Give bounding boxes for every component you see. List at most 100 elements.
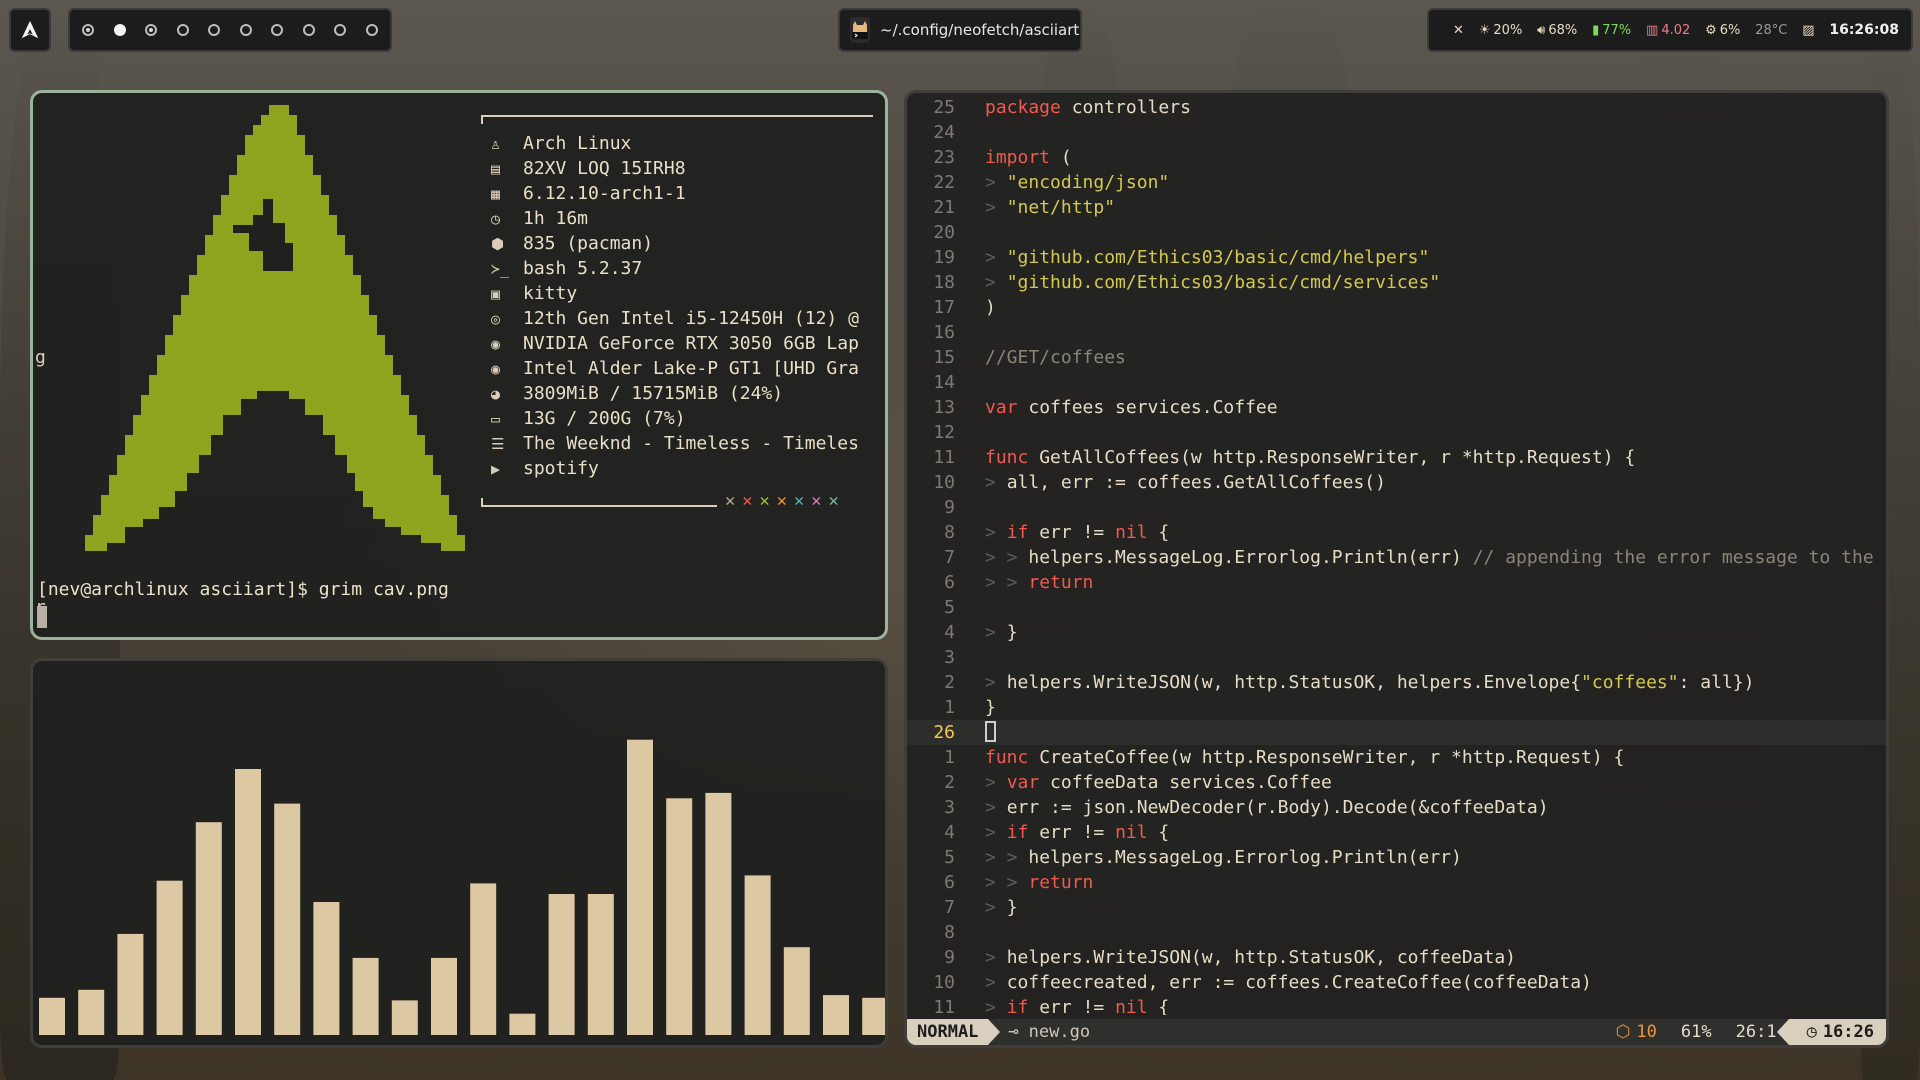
code-line[interactable]: 24: [907, 120, 1886, 145]
neofetch-terminal[interactable]: g r ♙Arch Linux▤82XV LOQ 15IRH8▦6.12.10-…: [30, 90, 888, 640]
code-line[interactable]: 5: [907, 595, 1886, 620]
code-token: ): [985, 297, 996, 318]
code-line[interactable]: 5 > > helpers.MessageLog.Errorlog.Println…: [907, 845, 1886, 870]
code-line[interactable]: 22 > "encoding/json": [907, 170, 1886, 195]
code-line[interactable]: 4 > if err != nil {: [907, 820, 1886, 845]
code-token: return: [1028, 572, 1094, 593]
code-line[interactable]: 13 var coffees services.Coffee: [907, 395, 1886, 420]
code-token: >: [985, 797, 1007, 818]
workspace-8[interactable]: [302, 24, 315, 36]
link-icon: ⊸: [1008, 1022, 1019, 1042]
code-line[interactable]: 18 > "github.com/Ethics03/basic/cmd/servi…: [907, 270, 1886, 295]
code-token: coffees services.Coffee: [1017, 397, 1278, 418]
code-line[interactable]: 7 > }: [907, 895, 1886, 920]
code-line[interactable]: 3: [907, 645, 1886, 670]
gpu-icon: ◉: [491, 359, 501, 378]
line-number: 3: [944, 647, 955, 668]
code-line[interactable]: 10 > all, err := coffees.GetAllCoffees(): [907, 470, 1886, 495]
line-number: 20: [933, 222, 955, 243]
cava-visualizer-terminal[interactable]: [30, 658, 888, 1048]
palette-swatch: ✕: [776, 491, 787, 511]
code-token: >: [985, 972, 1007, 993]
arch-logo-icon: [21, 20, 39, 39]
workspace-6[interactable]: [239, 24, 252, 36]
code-line[interactable]: 2 > helpers.WriteJSON(w, http.StatusOK, h…: [907, 670, 1886, 695]
line-text: > "net/http": [985, 195, 1115, 220]
code-line[interactable]: 8: [907, 920, 1886, 945]
line-number: 6: [944, 872, 955, 893]
code-token: // appending the error message to the: [1472, 547, 1874, 568]
code-line[interactable]: 8 > if err != nil {: [907, 520, 1886, 545]
code-line[interactable]: 10 > coffeecreated, err := coffees.Create…: [907, 970, 1886, 995]
code-line[interactable]: 7 > > helpers.MessageLog.Errorlog.Println…: [907, 545, 1886, 570]
info-value: spotify: [523, 458, 599, 479]
code-line[interactable]: 6 > > return: [907, 570, 1886, 595]
code-line[interactable]: 12: [907, 420, 1886, 445]
code-line[interactable]: 11 func GetAllCoffees(w http.ResponseWrit…: [907, 445, 1886, 470]
shell-prompt[interactable]: [nev@archlinux asciiart]$ grim cav.png: [37, 579, 449, 600]
code-line[interactable]: 9 > helpers.WriteJSON(w, http.StatusOK, c…: [907, 945, 1886, 970]
line-number: 11: [933, 447, 955, 468]
spectrum-bar: [627, 739, 653, 1035]
line-text: func GetAllCoffees(w http.ResponseWriter…: [985, 445, 1635, 470]
line-text: > > return: [985, 870, 1093, 895]
line-text: > "encoding/json": [985, 170, 1169, 195]
code-line[interactable]: 3 > err := json.NewDecoder(r.Body).Decode…: [907, 795, 1886, 820]
palette-swatch: ✕: [828, 491, 839, 511]
code-line[interactable]: 14: [907, 370, 1886, 395]
line-number: 9: [944, 497, 955, 518]
palette-swatch: ✕: [811, 491, 822, 511]
code-token: >: [985, 197, 1007, 218]
workspace-5[interactable]: [208, 24, 221, 36]
brightness-status[interactable]: ☀ 20%: [1479, 23, 1523, 38]
code-token: func: [985, 747, 1029, 768]
shell-icon: ≻_: [491, 259, 510, 278]
code-line[interactable]: 11 > if err != nil {: [907, 995, 1886, 1015]
code-line[interactable]: 1}: [907, 695, 1886, 720]
workspace-4[interactable]: [176, 24, 189, 36]
volume-status[interactable]: 🔊︎ 68%: [1537, 23, 1577, 38]
code-line[interactable]: 16: [907, 320, 1886, 345]
code-line[interactable]: 17): [907, 295, 1886, 320]
workspace-2[interactable]: [113, 24, 126, 36]
spectrum-bar: [156, 880, 183, 1035]
current-code-line[interactable]: 26: [907, 720, 1886, 745]
wallpaper-status[interactable]: ▨: [1802, 23, 1814, 38]
code-line[interactable]: 4 > }: [907, 620, 1886, 645]
launcher-button[interactable]: [9, 8, 51, 52]
line-text: > coffeecreated, err := coffees.CreateCo…: [985, 970, 1592, 995]
memory-icon: ▥: [1646, 22, 1659, 38]
workspace-7[interactable]: [271, 24, 284, 36]
line-text: > if err != nil {: [985, 820, 1169, 845]
code-buffer[interactable]: 25 package controllers 24 23 import (22 > "en…: [907, 95, 1886, 1015]
workspace-10[interactable]: [365, 24, 378, 36]
code-line[interactable]: 6 > > return: [907, 870, 1886, 895]
workspace-9[interactable]: [334, 24, 347, 36]
diagnostics-count[interactable]: ⬡ 10: [1604, 1019, 1669, 1045]
info-row: ⬢ 835 (pacman): [491, 231, 859, 256]
line-number: 24: [933, 122, 955, 143]
code-line[interactable]: 23 import (: [907, 145, 1886, 170]
code-line[interactable]: 1 func CreateCoffee(w http.ResponseWriter…: [907, 745, 1886, 770]
neovim-editor[interactable]: 25 package controllers 24 23 import (22 > "en…: [904, 90, 1889, 1048]
spectrum-bar: [509, 1013, 536, 1035]
code-line[interactable]: 15 //GET/coffees: [907, 345, 1886, 370]
info-value: Intel Alder Lake-P GT1 [UHD Gra: [523, 358, 859, 379]
code-line[interactable]: 20: [907, 220, 1886, 245]
line-text: > > helpers.MessageLog.Errorlog.Println(…: [985, 845, 1462, 870]
workspace-3[interactable]: [145, 24, 158, 36]
code-token: helpers.MessageLog.Errorlog.Println(err): [1028, 547, 1473, 568]
code-line[interactable]: 21 > "net/http": [907, 195, 1886, 220]
line-text: > }: [985, 620, 1018, 645]
code-line[interactable]: 19 > "github.com/Ethics03/basic/cmd/helpe…: [907, 245, 1886, 270]
notification-status[interactable]: ✕: [1453, 23, 1464, 38]
code-line[interactable]: 25 package controllers: [907, 95, 1886, 120]
code-token: if: [1006, 522, 1029, 543]
code-line[interactable]: 9: [907, 495, 1886, 520]
spotify-icon: ☰: [491, 434, 505, 453]
code-token: "encoding/json": [1006, 172, 1170, 193]
code-line[interactable]: 2 > var coffeeData services.Coffee: [907, 770, 1886, 795]
cpu-icon: ⚙: [1705, 22, 1717, 38]
line-text: > helpers.WriteJSON(w, http.StatusOK, co…: [985, 945, 1516, 970]
workspace-1[interactable]: [82, 24, 94, 36]
